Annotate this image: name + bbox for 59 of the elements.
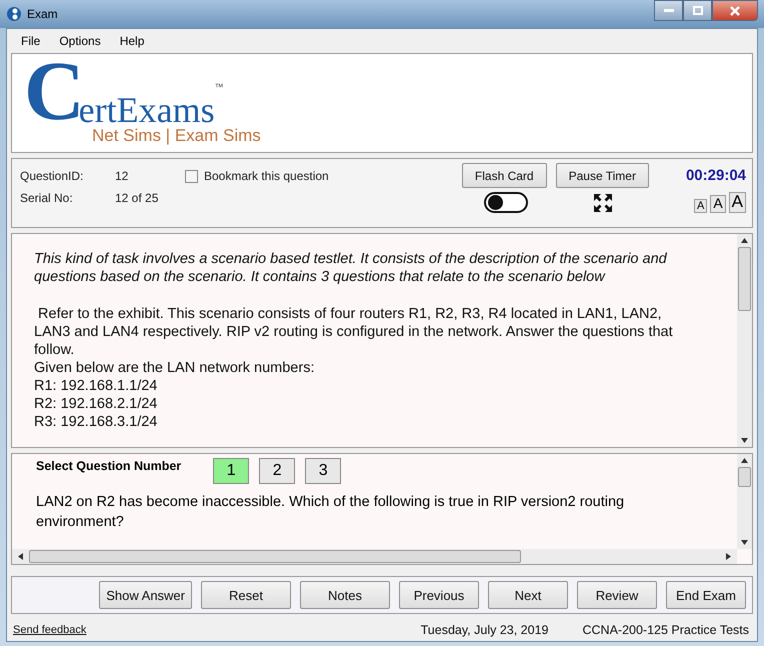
window-title: Exam	[27, 7, 58, 21]
serial-number-label: Serial No:	[20, 191, 74, 205]
bookmark-checkbox[interactable]: Bookmark this question	[185, 169, 385, 183]
vertical-scrollbar[interactable]	[737, 454, 752, 549]
scenario-text: Refer to the exhibit. This scenario consists of four routers R1, R2, R3, R4 located in LAN1, LAN2, LAN3 and LAN4 respectively. RIP v2 routing is configured in the network. Answer the questions that follow.	[34, 305, 674, 359]
action-button[interactable]: Next	[488, 581, 568, 609]
scenario-text: R1: 192.168.1.1/24	[34, 377, 158, 395]
serial-number-value: 12 of 25	[115, 191, 160, 205]
scenario-text: Given below are the LAN network numbers:	[34, 359, 316, 377]
question-number-button[interactable]: 1	[213, 458, 250, 484]
action-button[interactable]: Review	[577, 581, 657, 609]
font-size-button[interactable]: A	[694, 198, 708, 213]
toggle-switch[interactable]	[484, 192, 528, 213]
scroll-up-icon[interactable]	[741, 238, 748, 243]
minimize-icon	[664, 8, 674, 12]
trademark-mark: ™	[214, 82, 224, 92]
minimize-button[interactable]	[654, 0, 683, 21]
close-button[interactable]	[712, 0, 758, 21]
scenario-intro: This kind of task involves a scenario based testlet. It consists of the description of the scenario and questions based on the scenario. It contains 3 questions that relate to the scenario below	[34, 250, 668, 286]
menu-item[interactable]: File	[21, 34, 40, 48]
scenario-text: R3: 192.168.3.1/24	[34, 413, 158, 431]
maximize-icon	[692, 6, 702, 15]
timer: 00:29:04	[686, 167, 746, 184]
close-icon	[730, 6, 740, 16]
horizontal-scrollbar[interactable]	[12, 549, 737, 564]
menu-item[interactable]: Help	[120, 34, 144, 48]
scenario-text: R2: 192.168.2.1/24	[34, 395, 158, 413]
font-size-button[interactable]: A	[728, 192, 746, 213]
action-button[interactable]: Reset	[201, 581, 291, 609]
status-date: Tuesday, July 23, 2019	[420, 623, 548, 637]
scroll-thumb[interactable]	[738, 467, 751, 487]
scroll-thumb[interactable]	[29, 550, 521, 563]
vertical-scrollbar[interactable]	[737, 234, 752, 447]
question-id-value: 12	[115, 169, 130, 183]
scroll-left-icon[interactable]	[18, 553, 23, 560]
menu-item[interactable]: Options	[59, 34, 101, 48]
question-number-button[interactable]: 3	[305, 458, 342, 484]
feedback-link[interactable]: Send feedback	[13, 624, 86, 636]
toolbar-button[interactable]: Pause Timer	[556, 163, 649, 188]
select-question-label: Select Question Number	[36, 459, 182, 473]
fullscreen-icon[interactable]	[592, 192, 613, 212]
question-id-label: QuestionID:	[20, 169, 84, 183]
toolbar-button[interactable]: Flash Card	[462, 163, 547, 188]
maximize-button[interactable]	[683, 0, 712, 21]
action-button[interactable]: Show Answer	[99, 581, 192, 609]
scroll-down-icon[interactable]	[741, 540, 748, 545]
scroll-right-icon[interactable]	[726, 553, 731, 560]
logo-tagline: Net Sims | Exam Sims	[92, 126, 261, 146]
action-button[interactable]: End Exam	[666, 581, 746, 609]
action-button[interactable]: Previous	[399, 581, 479, 609]
app-icon	[6, 6, 22, 22]
scroll-up-icon[interactable]	[741, 458, 748, 463]
status-product: CCNA-200-125 Practice Tests	[582, 623, 749, 637]
question-number-button[interactable]: 2	[259, 458, 296, 484]
question-text: LAN2 on R2 has become inaccessible. Which of the following is true in RIP version2 routing environment?	[36, 493, 626, 532]
action-button[interactable]: Notes	[300, 581, 390, 609]
scroll-thumb[interactable]	[738, 247, 751, 311]
scroll-down-icon[interactable]	[741, 438, 748, 443]
font-size-button[interactable]: A	[710, 195, 726, 213]
